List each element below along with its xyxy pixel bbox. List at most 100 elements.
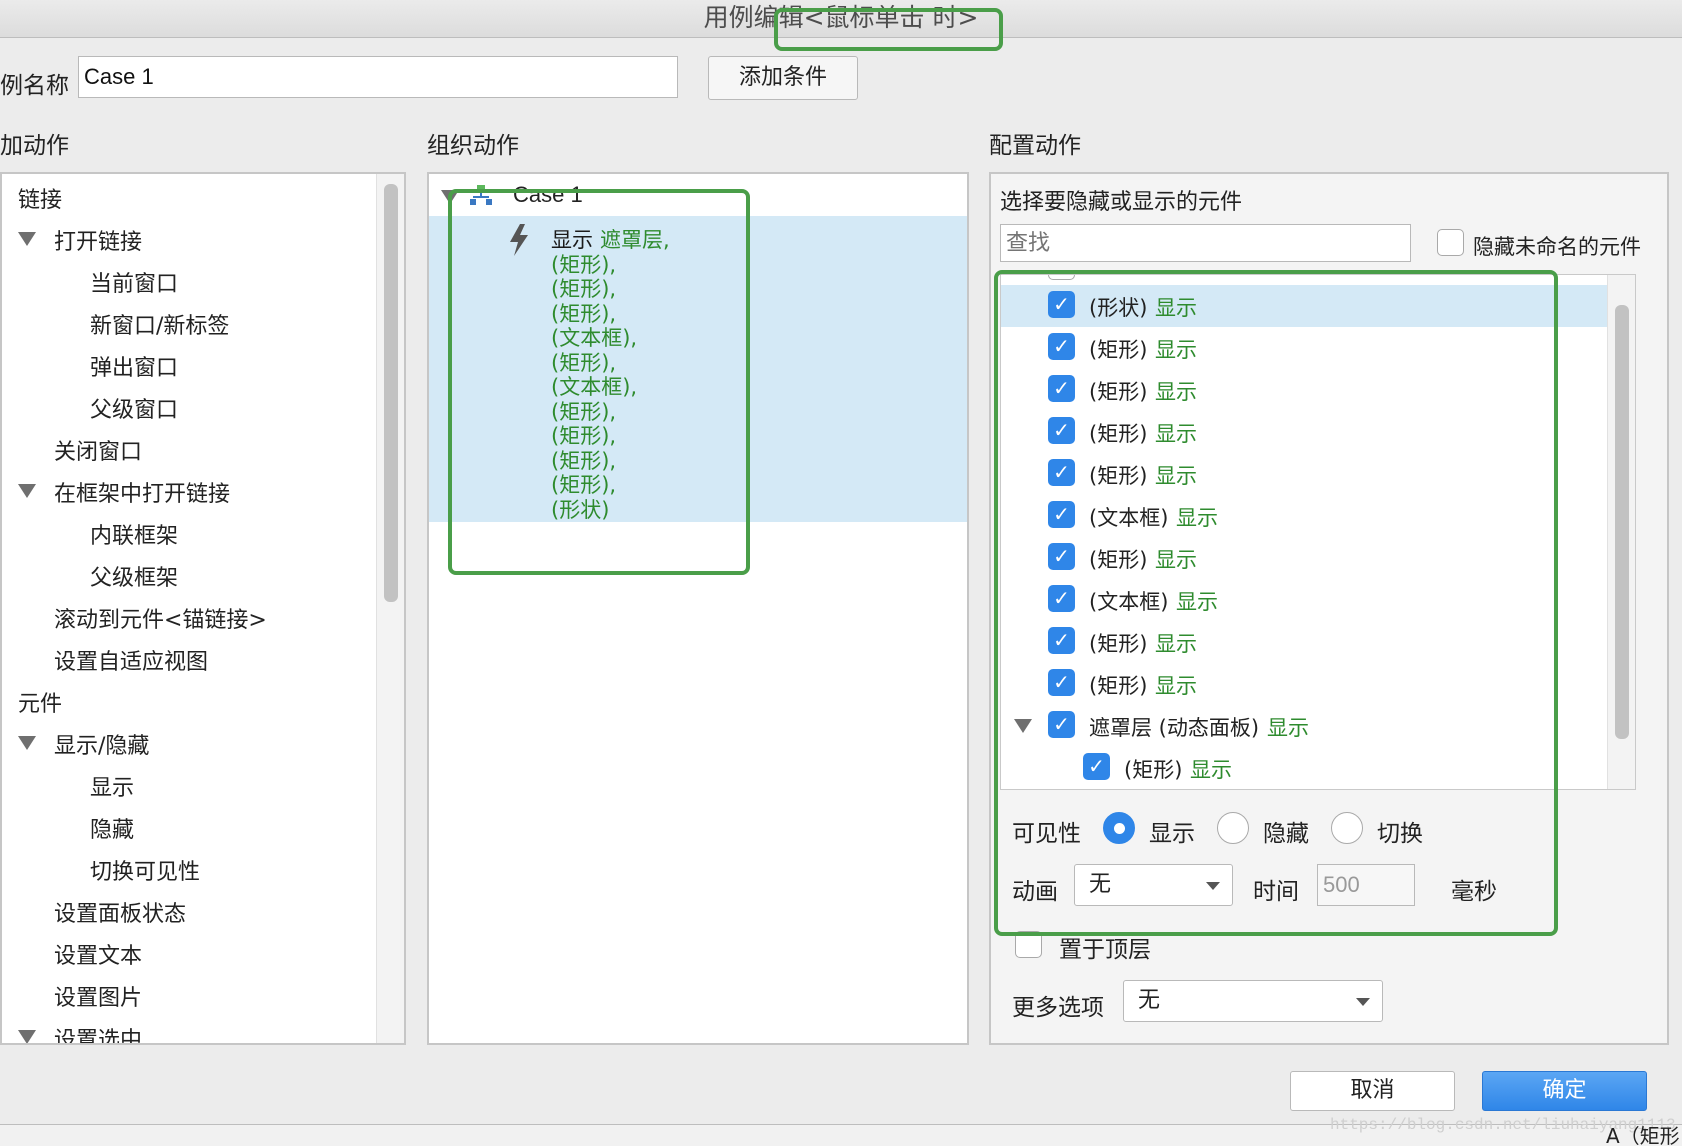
time-unit: 毫秒 (1451, 879, 1497, 905)
widget-state: 显示 (1155, 674, 1197, 698)
tree-expand-triangle[interactable] (18, 484, 36, 498)
action-tree-item[interactable]: 父级窗口 (90, 392, 178, 424)
action-tree-item[interactable]: 设置自适应视图 (54, 644, 208, 676)
action-tree-item[interactable]: 隐藏 (90, 812, 134, 844)
action-tree-item[interactable]: 显示 (90, 770, 134, 802)
cancel-button[interactable]: 取消 (1290, 1071, 1455, 1111)
widget-name: (文本框) (1089, 590, 1169, 614)
action-tree-item[interactable]: 弹出窗口 (90, 350, 178, 382)
add-action-heading: 加动作 (0, 133, 69, 159)
behind-text: A（矩形 (1606, 1124, 1680, 1146)
action-tree-item[interactable]: 设置图片 (54, 980, 142, 1012)
widget-checkbox[interactable]: ✓ (1083, 753, 1110, 780)
action-tree-item[interactable]: 滚动到元件<锚链接> (54, 602, 267, 634)
widget-state: 显示 (1155, 548, 1197, 572)
widget-state: 显示 (1190, 758, 1232, 782)
action-tree-item[interactable]: 父级框架 (90, 560, 178, 592)
action-tree-item[interactable]: 在框架中打开链接 (54, 476, 230, 508)
organize-action-heading: 组织动作 (427, 133, 519, 159)
case-icon (469, 184, 493, 206)
widget-list-scrollbar[interactable] (1607, 275, 1635, 789)
action-tree-item[interactable]: 切换可见性 (90, 854, 200, 886)
widget-state: 显示 (1155, 380, 1197, 404)
case-label[interactable]: Case 1 (513, 182, 583, 208)
time-input[interactable] (1317, 864, 1415, 906)
tree-expand-triangle[interactable] (18, 232, 36, 246)
tree-expand-triangle[interactable] (18, 736, 36, 750)
visibility-show-label: 显示 (1149, 821, 1195, 847)
lightning-icon (507, 224, 531, 262)
tree-expand-triangle[interactable] (18, 1030, 36, 1043)
widget-checkbox[interactable]: ✓ (1048, 669, 1075, 696)
widget-checkbox[interactable]: ✓ (1048, 585, 1075, 612)
visibility-hide-label: 隐藏 (1263, 821, 1309, 847)
action-tree-scroll-thumb[interactable] (384, 184, 398, 602)
chevron-down-icon (1206, 882, 1220, 890)
action-tree-item[interactable]: 打开链接 (54, 224, 142, 256)
case-name-input[interactable] (78, 56, 678, 98)
animation-value: 无 (1089, 872, 1112, 897)
time-label: 时间 (1253, 879, 1299, 905)
widget-checkbox[interactable] (1048, 275, 1075, 280)
animation-select[interactable]: 无 (1074, 864, 1233, 906)
window-title: 用例编辑<鼠标单击 时> (0, 0, 1682, 38)
visibility-toggle-label: 切换 (1377, 821, 1423, 847)
configure-action-heading: 配置动作 (989, 133, 1081, 159)
action-row[interactable]: 显示 遮罩层, (矩形), (矩形), (矩形), (文本框), (矩形), (文本框),(… (429, 216, 967, 522)
case-expand-triangle[interactable] (441, 190, 459, 204)
widget-checkbox[interactable]: ✓ (1048, 333, 1075, 360)
widget-name: (矩形) (1089, 674, 1148, 698)
widget-name: (矩形) (1089, 380, 1148, 404)
widget-checkbox[interactable]: ✓ (1048, 459, 1075, 486)
action-target-item: (形状) (551, 497, 610, 522)
action-tree-item[interactable]: 关闭窗口 (54, 434, 142, 466)
chevron-down-icon (1356, 998, 1370, 1006)
action-tree-item[interactable]: 内联框架 (90, 518, 178, 550)
organize-action-panel: Case 1 显示 遮罩层, (矩形), (矩形), (矩形), (文本框), (矩形),… (427, 172, 969, 1045)
widget-name: (矩形) (1089, 464, 1148, 488)
action-tree-item[interactable]: 显示/隐藏 (54, 728, 149, 760)
widget-checkbox[interactable]: ✓ (1048, 501, 1075, 528)
hide-unnamed-checkbox[interactable] (1437, 229, 1464, 256)
visibility-toggle-radio[interactable] (1331, 812, 1363, 844)
bring-to-front-checkbox[interactable] (1015, 931, 1042, 958)
widget-checkbox[interactable]: ✓ (1048, 543, 1075, 570)
widget-state: 显示 (1176, 590, 1218, 614)
widget-expand-triangle[interactable] (1014, 719, 1032, 733)
animation-label: 动画 (1012, 879, 1058, 905)
widget-checkbox[interactable]: ✓ (1048, 711, 1075, 738)
more-options-select[interactable]: 无 (1123, 980, 1383, 1022)
widget-state: 显示 (1155, 296, 1197, 320)
widget-name: (形状) (1089, 296, 1148, 320)
hide-unnamed-label: 隐藏未命名的元件 (1473, 235, 1641, 259)
bring-to-front-label: 置于顶层 (1059, 937, 1151, 963)
ok-button[interactable]: 确定 (1482, 1071, 1647, 1111)
widget-state: 显示 (1267, 716, 1309, 740)
widget-state: 显示 (1176, 506, 1218, 530)
action-tree-item[interactable]: 设置文本 (54, 938, 142, 970)
case-name-label: 例名称 (0, 73, 69, 99)
widget-checkbox[interactable]: ✓ (1048, 417, 1075, 444)
action-tree-item[interactable]: 新窗口/新标签 (90, 308, 229, 340)
widget-name: (矩形) (1089, 338, 1148, 362)
widget-checkbox[interactable]: ✓ (1048, 627, 1075, 654)
widget-name: (矩形) (1089, 632, 1148, 656)
search-input[interactable] (1000, 224, 1411, 262)
widget-checkbox[interactable]: ✓ (1048, 291, 1075, 318)
visibility-label: 可见性 (1012, 821, 1081, 847)
widget-checkbox[interactable]: ✓ (1048, 375, 1075, 402)
widget-name: 遮罩层 (动态面板) (1089, 716, 1260, 740)
action-tree-item[interactable]: 设置选中 (54, 1022, 142, 1043)
action-tree-item[interactable]: 链接 (18, 182, 62, 214)
action-tree-item[interactable]: 当前窗口 (90, 266, 178, 298)
visibility-hide-radio[interactable] (1217, 812, 1249, 844)
action-tree-item[interactable]: 元件 (18, 686, 62, 718)
action-tree-item[interactable]: 设置面板状态 (54, 896, 186, 928)
add-condition-button[interactable]: 添加条件 (708, 56, 858, 100)
widget-state: 显示 (1155, 632, 1197, 656)
widget-list-scroll-thumb[interactable] (1615, 305, 1629, 739)
visibility-show-radio[interactable] (1103, 812, 1135, 844)
more-options-label: 更多选项 (1012, 995, 1104, 1021)
add-action-panel: 链接打开链接当前窗口新窗口/新标签 弹出窗口父级窗口关闭窗口在框架中打开链接内联框… (0, 172, 406, 1045)
action-tree-scrollbar[interactable] (376, 174, 404, 1043)
